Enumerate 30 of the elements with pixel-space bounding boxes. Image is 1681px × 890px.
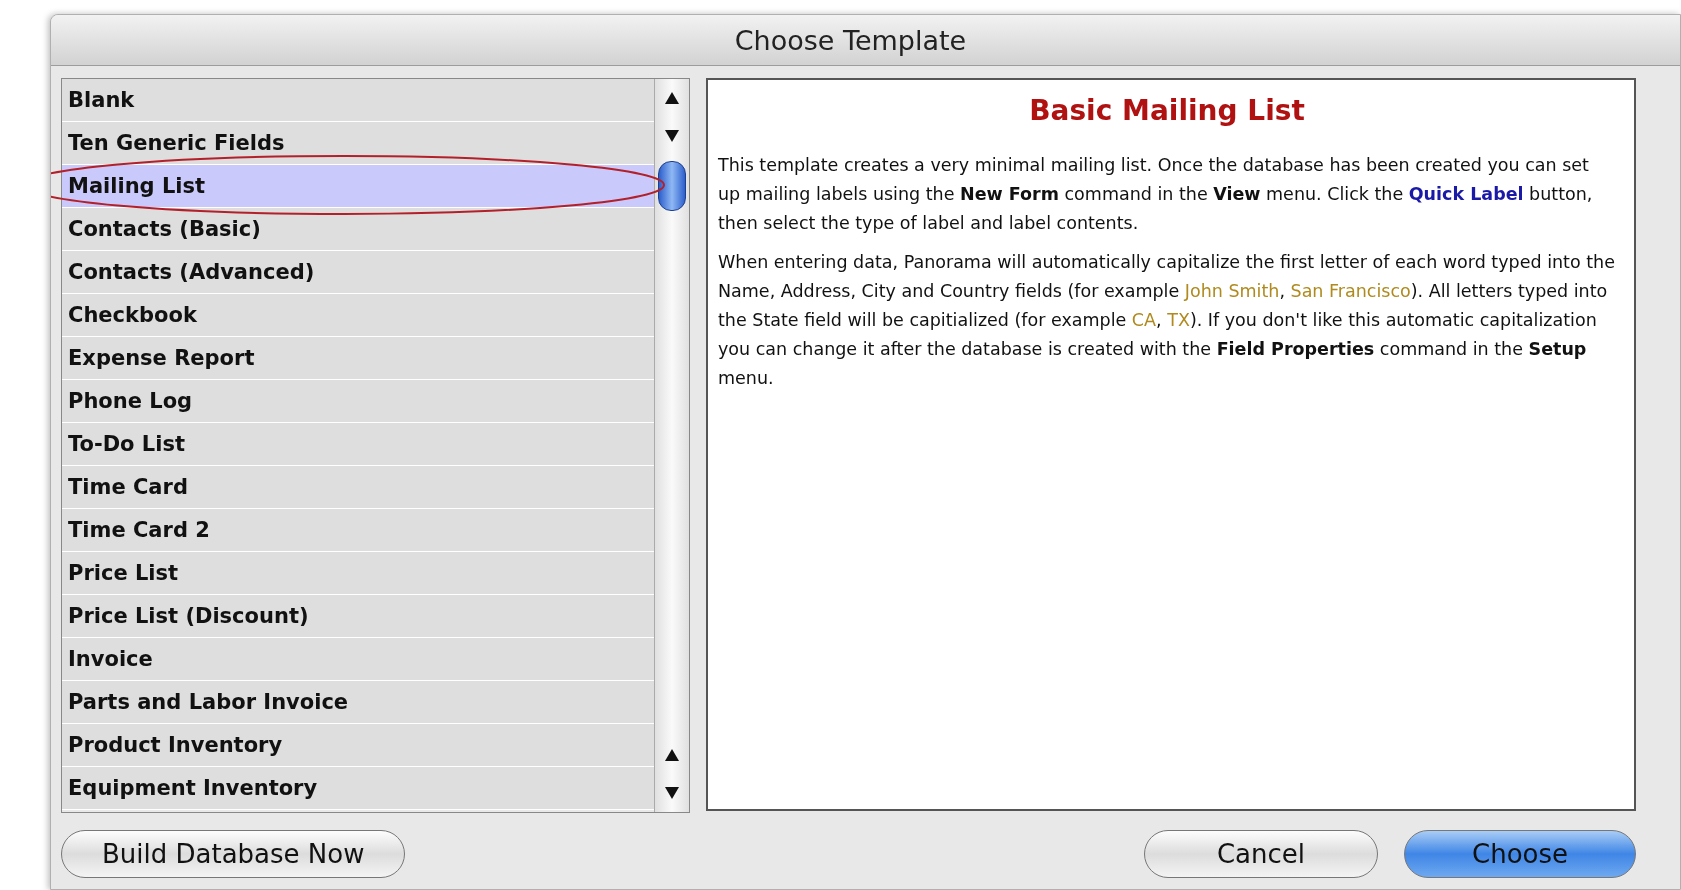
down-arrow-icon[interactable] [664,129,680,143]
template-item[interactable]: Product Inventory [62,724,654,767]
template-item[interactable]: Mailing List [62,165,654,208]
template-item[interactable]: Parts and Labor Invoice [62,681,654,724]
choose-button[interactable]: Choose [1404,830,1636,878]
template-item[interactable]: Blank [62,79,654,122]
cancel-button[interactable]: Cancel [1144,830,1378,878]
template-item[interactable]: Price List (Discount) [62,595,654,638]
template-item[interactable]: Expense Report [62,337,654,380]
template-item[interactable]: Time Card [62,466,654,509]
template-item[interactable]: Phone Log [62,380,654,423]
template-item[interactable]: Price List [62,552,654,595]
template-item[interactable]: Checkbook [62,294,654,337]
template-item[interactable]: To-Do List [62,423,654,466]
build-database-button[interactable]: Build Database Now [61,830,406,878]
template-item[interactable]: Contacts (Advanced) [62,251,654,294]
template-item[interactable]: Ten Generic Fields [62,122,654,165]
description-title: Basic Mailing List [1028,94,1306,127]
template-item[interactable]: Time Card 2 [62,509,654,552]
template-item[interactable]: Invoice [62,638,654,681]
template-item[interactable]: Contacts (Basic) [62,208,654,251]
scrollbar[interactable] [654,79,689,812]
template-item[interactable]: Equipment Inventory [62,767,654,810]
down-arrow-icon[interactable] [664,786,680,800]
scroll-thumb[interactable] [658,161,686,211]
window-title: Choose Template [734,24,967,56]
up-arrow-icon[interactable] [664,91,680,105]
description-paragraph: When entering data, Panorama will automatically capitalize the first letter of each word typed into the Name, Address, City and Country fields (for example John Smith, San Francisco). All letters typed into the State field will be capitialized (for example CA, TX). If you don't like this automatic capitalization you can change it after the database is created with the Field Properties command in the Setup menu. [718,251,1616,390]
description-paragraph: This template creates a very minimal mailing list. Once the database has been created you can set up mailing labels using the New Form command in the View menu. Click the Quick Label button, then select the type of label and label contents. [718,154,1594,235]
up-arrow-icon[interactable] [664,748,680,762]
